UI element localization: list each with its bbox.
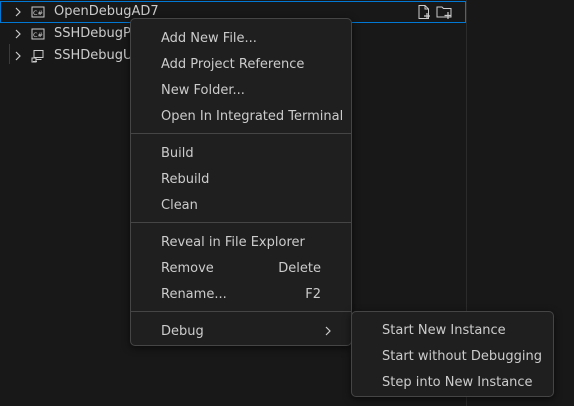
csharp-project-icon: C# [31,6,45,18]
menu-item-add-project-reference[interactable]: Add Project Reference [135,51,347,77]
svg-text:C#: C# [33,31,43,39]
menu-item-label: Add New File... [161,30,257,46]
menu-item-label: New Folder... [161,82,245,98]
svg-text:C#: C# [33,9,43,17]
menu-item-label: Step into New Instance [382,374,533,390]
test-project-icon [31,50,44,63]
menu-item-reveal-in-file-explorer[interactable]: Reveal in File Explorer [135,229,347,255]
menu-item-open-in-terminal[interactable]: Open In Integrated Terminal [135,103,347,129]
indent-guide [9,44,10,64]
new-folder-icon[interactable] [436,4,452,20]
chevron-right-icon[interactable] [12,28,24,40]
menu-item-remove[interactable]: Remove Delete [135,255,347,281]
menu-item-label: Open In Integrated Terminal [161,108,344,124]
menu-item-label: Build [161,145,194,161]
row-actions [416,4,452,20]
tree-item-label: SSHDebugPS [54,26,140,41]
menu-item-label: Rebuild [161,171,210,187]
menu-item-label: Start without Debugging [382,348,542,364]
menu-item-debug[interactable]: Debug [135,318,347,344]
menu-separator [131,133,351,134]
menu-item-label: Start New Instance [382,322,506,338]
menu-item-label: Debug [161,323,204,339]
submenu-item-start-new-instance[interactable]: Start New Instance [356,317,549,343]
menu-item-label: Clean [161,197,198,213]
menu-item-new-folder[interactable]: New Folder... [135,77,347,103]
menu-separator [131,311,351,312]
menu-item-build[interactable]: Build [135,140,347,166]
menu-item-shortcut: Delete [278,260,321,276]
menu-item-label: Add Project Reference [161,56,305,72]
csharp-project-icon: C# [31,28,45,40]
tree-item-label: OpenDebugAD7 [54,4,159,19]
submenu-item-step-into-new-instance[interactable]: Step into New Instance [356,369,549,395]
menu-item-clean[interactable]: Clean [135,192,347,218]
menu-item-rebuild[interactable]: Rebuild [135,166,347,192]
tree-item-label: SSHDebugUn [54,48,141,63]
menu-item-add-new-file[interactable]: Add New File... [135,25,347,51]
new-file-icon[interactable] [416,4,432,20]
submenu-item-start-without-debugging[interactable]: Start without Debugging [356,343,549,369]
chevron-right-icon[interactable] [12,6,24,18]
menu-item-label: Reveal in File Explorer [161,234,305,250]
debug-submenu: Start New Instance Start without Debuggi… [351,311,554,397]
menu-separator [131,222,351,223]
context-menu: Add New File... Add Project Reference Ne… [130,18,352,346]
menu-item-shortcut: F2 [305,286,321,302]
chevron-right-icon [325,326,331,336]
menu-item-rename[interactable]: Rename... F2 [135,281,347,307]
chevron-right-icon[interactable] [12,50,24,62]
menu-item-label: Remove [161,260,214,276]
menu-item-label: Rename... [161,286,227,302]
